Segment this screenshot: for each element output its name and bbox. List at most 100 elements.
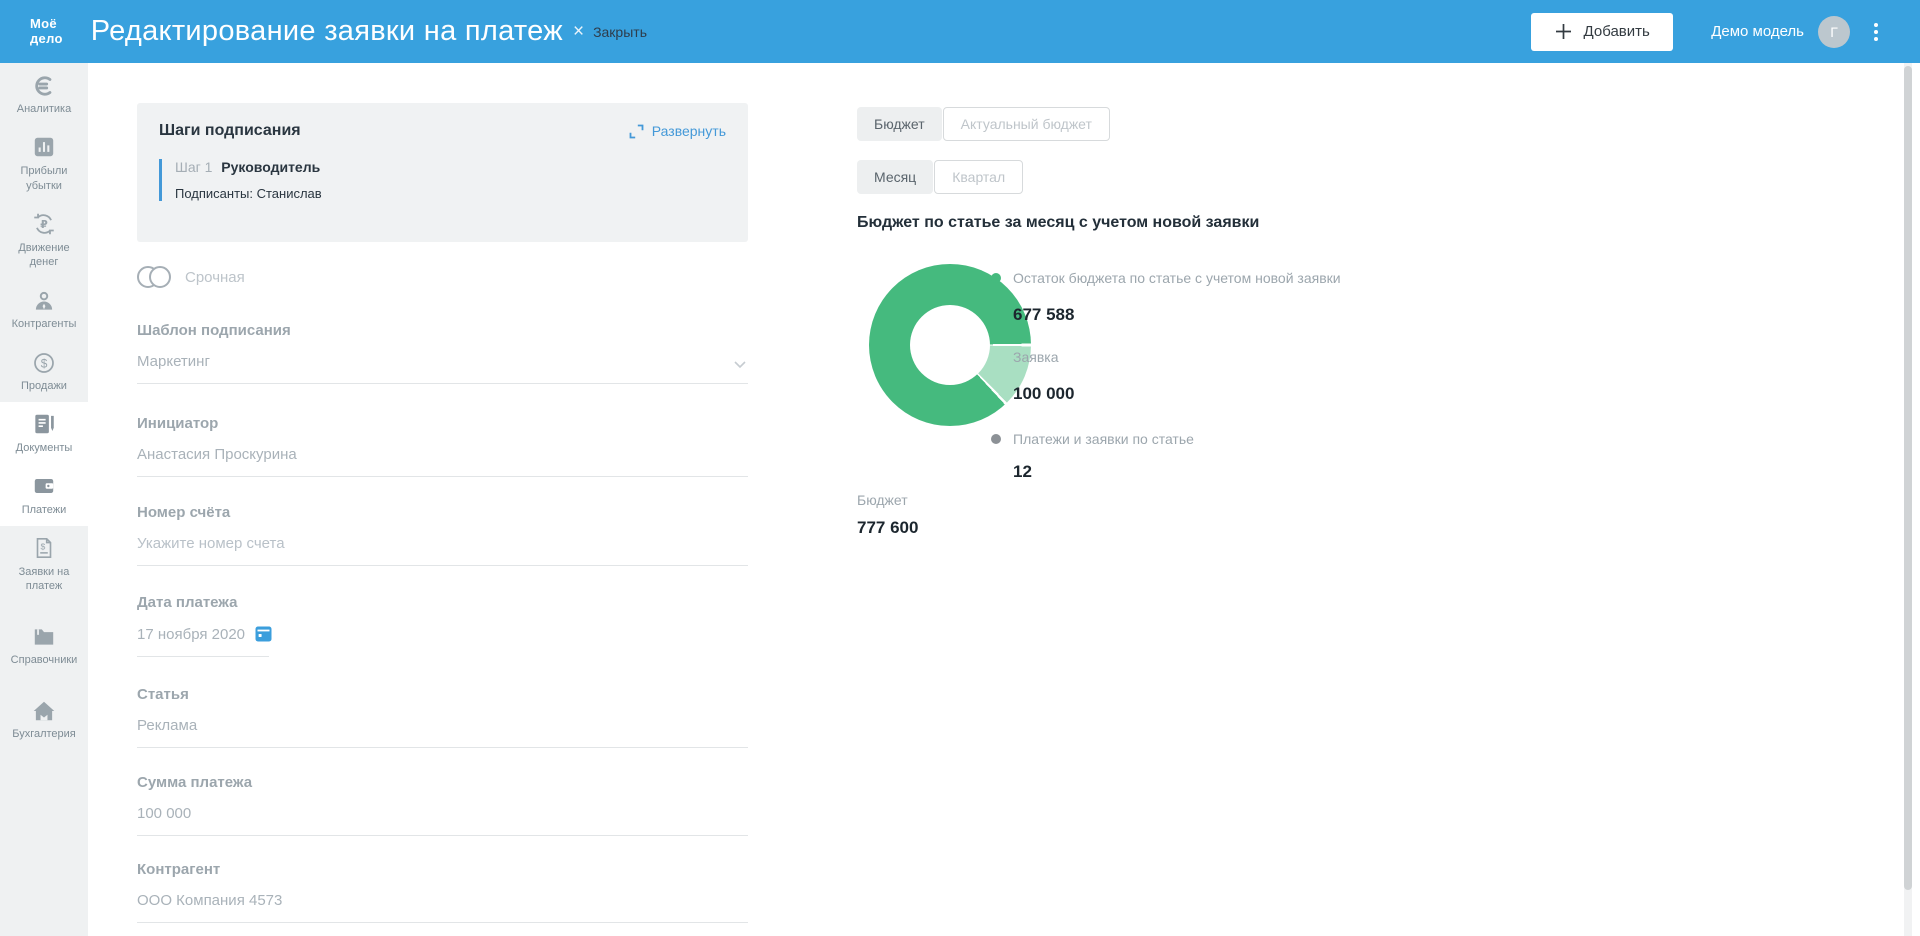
scrollbar-thumb[interactable] [1904,66,1912,890]
sidebar-item-payments[interactable]: Платежи [0,464,88,526]
analytics-icon [4,72,84,99]
field-payment-amount: Сумма платежа 100 000 [137,774,748,836]
profit-loss-icon [4,134,84,161]
sales-icon: $ [4,349,84,376]
sidebar-item-label: Продажи [4,379,84,394]
legend-value-payments-count: 12 [1013,462,1032,482]
field-signing-template: Шаблон подписания Маркетинг [137,322,748,384]
svg-text:₽: ₽ [40,219,48,231]
sidebar-item-counterparties[interactable]: Контрагенты [0,278,88,340]
budget-total-label: Бюджет [857,492,908,508]
tab-month[interactable]: Месяц [857,160,933,194]
directories-icon [4,623,84,650]
logo-line-1: Моё [30,17,63,32]
legend-dot-request [991,352,1001,362]
add-button-label: Добавить [1584,23,1650,40]
field-article: Статья Реклама [137,686,748,748]
legend-label-request: Заявка [1013,349,1058,365]
cashflow-icon: ₽ [4,211,84,238]
logo-line-2: дело [30,32,63,47]
documents-icon [4,411,84,438]
close-x-icon[interactable]: × [573,22,584,41]
sidebar-item-label: Контрагенты [4,317,84,332]
field-value: 17 ноября 2020 [137,626,245,643]
payment-date-input[interactable]: 17 ноября 2020 [137,625,269,657]
sidebar: Аналитика Прибыли убытки ₽ Движение дене… [0,63,88,936]
field-label: Статья [137,686,748,703]
budget-donut-hole [910,305,990,385]
step-signers: Подписанты: Станислав [175,186,726,201]
expand-icon [629,124,644,139]
sidebar-item-analytics[interactable]: Аналитика [0,63,88,125]
signing-template-select[interactable]: Маркетинг [137,353,748,384]
chart-title: Бюджет по статье за месяц с учетом новой… [857,214,1259,232]
article-input[interactable]: Реклама [137,717,748,748]
tab-budget[interactable]: Бюджет [857,107,942,141]
sidebar-item-label: Справочники [4,653,84,668]
counterparties-icon [4,287,84,314]
sidebar-item-label: Заявки на платеж [4,565,84,595]
sidebar-item-directories[interactable]: Справочники [0,614,88,676]
sidebar-item-label: Прибыли убытки [4,164,84,194]
sidebar-item-label: Платежи [4,503,84,518]
legend-label-remaining: Остаток бюджета по статье с учетом новой… [1013,270,1341,286]
legend-dot-remaining [991,273,1001,283]
urgent-toggle-label: Срочная [185,269,245,286]
urgent-toggle-row[interactable]: Срочная [137,266,245,288]
add-button[interactable]: Добавить [1531,13,1673,51]
chevron-down-icon [734,356,746,373]
svg-text:$: $ [41,356,48,370]
account-number-input[interactable]: Укажите номер счета [137,535,748,566]
expand-label: Развернуть [652,123,726,139]
step-number: Шаг 1 [175,159,212,175]
sidebar-item-payment-requests[interactable]: $ Заявки на платеж [0,526,88,603]
legend-label-payments-count: Платежи и заявки по статье [1013,431,1194,447]
legend-dot-payments-count [991,434,1001,444]
field-label: Номер счёта [137,504,748,521]
account-name[interactable]: Демо модель [1711,23,1804,40]
kebab-menu-icon[interactable] [1870,19,1882,45]
sidebar-item-cashflow[interactable]: ₽ Движение денег [0,202,88,279]
field-counterparty: Контрагент ООО Компания 4573 [137,861,748,923]
sidebar-item-label: Документы [4,441,84,456]
field-payment-date: Дата платежа 17 ноября 2020 [137,594,269,657]
sidebar-item-label: Аналитика [4,102,84,117]
payment-amount-input[interactable]: 100 000 [137,805,748,836]
sidebar-item-profit-loss[interactable]: Прибыли убытки [0,125,88,202]
sidebar-item-sales[interactable]: $ Продажи [0,340,88,402]
accounting-icon [4,697,84,724]
counterparty-input[interactable]: ООО Компания 4573 [137,892,748,923]
budget-type-tabs: Бюджет Актуальный бюджет [857,107,1110,141]
payment-request-icon: $ [4,535,84,562]
app-logo[interactable]: Моё дело [30,17,63,47]
field-label: Контрагент [137,861,748,878]
field-label: Дата платежа [137,594,269,611]
plus-icon [1555,23,1572,40]
field-label: Инициатор [137,415,748,432]
legend-value-remaining: 677 588 [1013,305,1074,325]
field-label: Сумма платежа [137,774,748,791]
field-account-number: Номер счёта Укажите номер счета [137,504,748,566]
signing-steps-panel: Шаги подписания Развернуть Шаг 1 Руковод… [137,103,748,242]
budget-total-value: 777 600 [857,518,918,538]
svg-text:$: $ [41,542,46,552]
avatar[interactable]: Г [1818,16,1850,48]
sidebar-item-label: Бухгалтерия [4,727,84,742]
page-title: Редактирование заявки на платеж [91,15,563,48]
step-role: Руководитель [221,159,320,175]
payments-icon [4,473,84,500]
urgent-toggle[interactable] [137,266,172,288]
field-initiator: Инициатор Анастасия Проскурина [137,415,748,477]
legend-value-request: 100 000 [1013,384,1074,404]
calendar-icon[interactable] [255,625,272,642]
tab-actual-budget[interactable]: Актуальный бюджет [943,107,1110,141]
sidebar-item-documents[interactable]: Документы [0,402,88,464]
signing-step: Шаг 1 Руководитель Подписанты: Станислав [159,159,726,201]
expand-button[interactable]: Развернуть [629,123,726,139]
tab-quarter[interactable]: Квартал [934,160,1023,194]
initiator-input[interactable]: Анастасия Проскурина [137,446,748,477]
sidebar-item-accounting[interactable]: Бухгалтерия [0,688,88,750]
close-button[interactable]: Закрыть [593,24,647,40]
period-tabs: Месяц Квартал [857,160,1023,194]
signing-steps-title: Шаги подписания [159,122,301,140]
